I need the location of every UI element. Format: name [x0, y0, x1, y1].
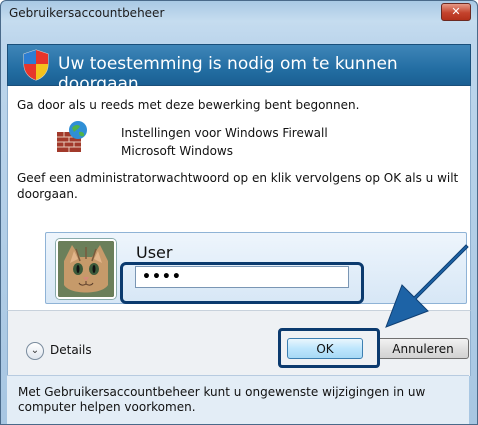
- info-note: Met Gebruikersaccountbeheer kunt u ongew…: [7, 375, 469, 424]
- instruction-line-1: Geef een administratorwachtwoord op en k…: [17, 171, 459, 185]
- user-avatar: [56, 239, 116, 299]
- pointer-arrow-icon: [385, 244, 469, 328]
- ok-highlight: [278, 328, 380, 368]
- password-highlight: [120, 262, 364, 304]
- cancel-button[interactable]: Annuleren: [377, 338, 469, 359]
- title-bar: Gebruikersaccountbeheer ✕: [1, 1, 477, 25]
- chevron-down-icon: ⌄: [30, 345, 40, 356]
- intro-text: Ga door als u reeds met deze bewerking b…: [17, 98, 360, 112]
- program-name: Instellingen voor Windows Firewall: [121, 126, 328, 140]
- instruction-line-2: doorgaan.: [17, 187, 78, 201]
- close-icon: ✕: [451, 5, 461, 18]
- cat-avatar: [58, 241, 114, 297]
- close-button[interactable]: ✕: [441, 3, 471, 21]
- info-note-text: Met Gebruikersaccountbeheer kunt u ongew…: [18, 385, 458, 415]
- info-note-line-1: Met Gebruikersaccountbeheer kunt u ongew…: [18, 385, 426, 399]
- user-name: User: [136, 243, 173, 262]
- firewall-icon: [57, 121, 87, 152]
- publisher-name: Microsoft Windows: [121, 144, 233, 158]
- consent-banner: Uw toestemming is nodig om te kunnen doo…: [7, 44, 471, 94]
- uac-dialog: Gebruikersaccountbeheer ✕ Uw toestemming…: [0, 0, 478, 425]
- info-note-line-2: computer helpen voorkomen.: [18, 400, 196, 414]
- window-title: Gebruikersaccountbeheer: [9, 6, 165, 20]
- details-link[interactable]: Details: [50, 343, 92, 357]
- uac-shield-icon: [23, 49, 49, 81]
- details-toggle-button[interactable]: ⌄: [26, 342, 44, 360]
